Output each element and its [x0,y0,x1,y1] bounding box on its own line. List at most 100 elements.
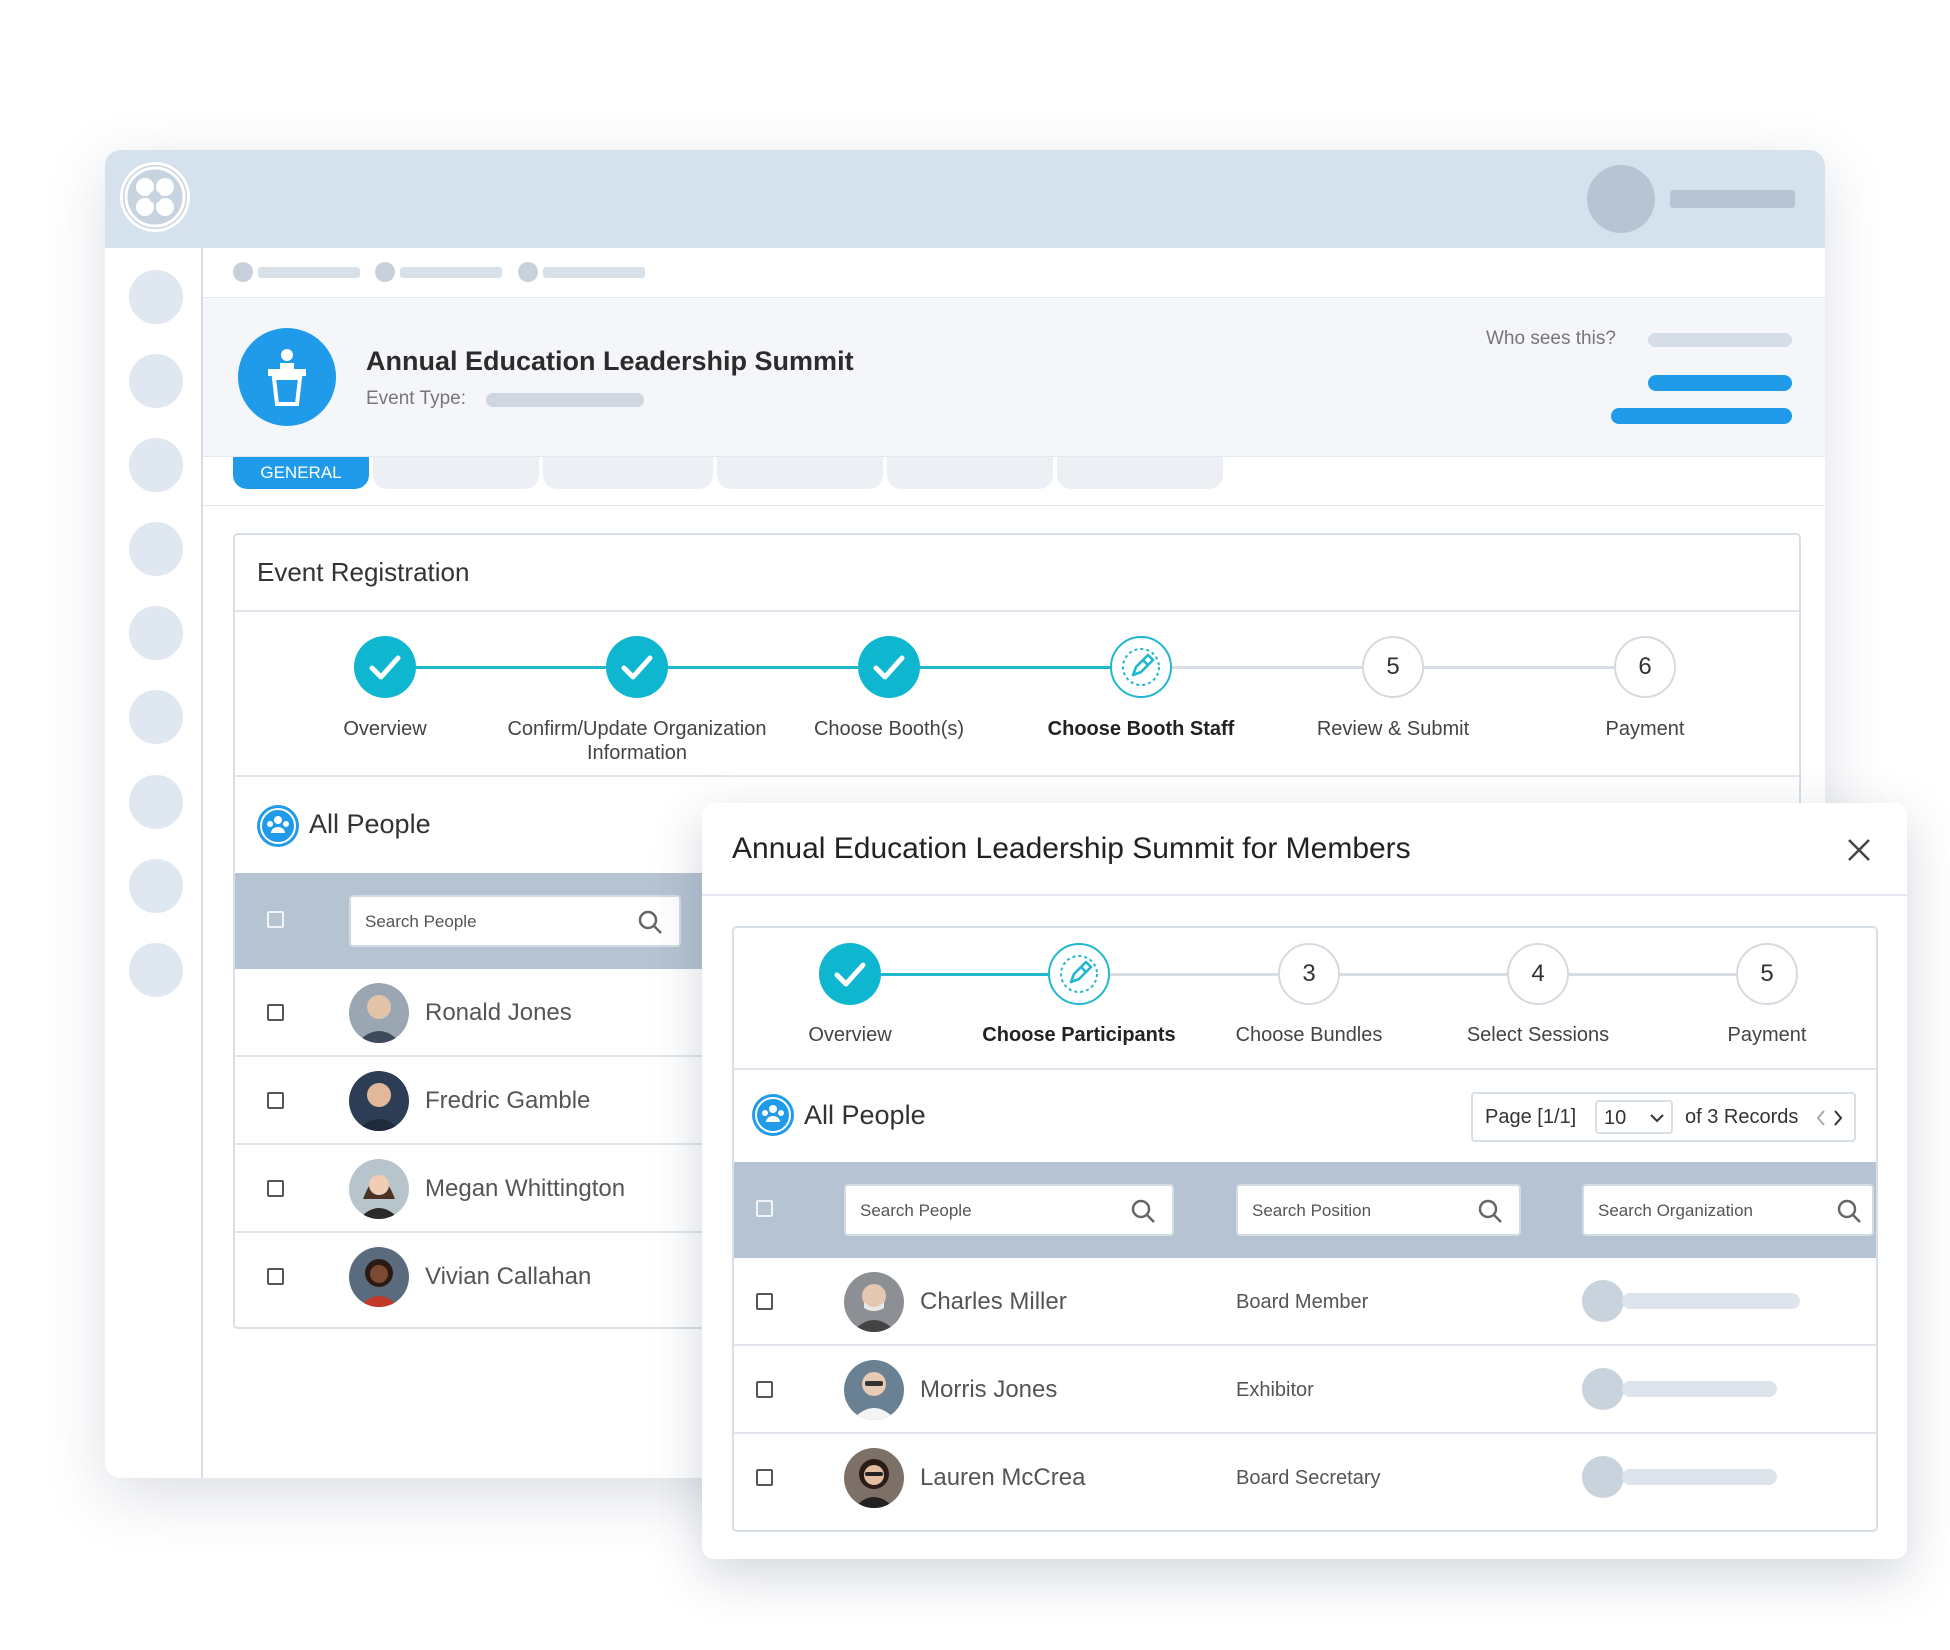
tab-2[interactable] [373,457,539,489]
breadcrumb-dot [233,262,253,282]
breadcrumb-item[interactable] [543,267,645,278]
search-placeholder: Search People [365,912,477,931]
sidebar-item-5[interactable] [129,606,183,660]
step-complete-check-icon[interactable] [606,636,668,698]
search-icon[interactable] [1836,1198,1864,1226]
sidebar-item-9[interactable] [129,943,183,997]
person-name: Vivian Callahan [425,1263,592,1290]
search-icon[interactable] [1477,1198,1505,1226]
search-icon[interactable] [1130,1198,1158,1226]
pagination: Page [1/1] 10 of 3 Records [1471,1092,1856,1142]
podium-icon [238,328,336,426]
organization-name-placeholder [1622,1469,1777,1485]
step-number[interactable]: 5 [1362,636,1424,698]
stepper-connector [920,666,1110,669]
divider [235,610,1799,612]
search-people-input[interactable]: Search People [349,895,681,947]
organization-logo [1582,1456,1624,1498]
person-name: Morris Jones [920,1376,1058,1403]
step-number[interactable]: 3 [1278,943,1340,1005]
tab-general[interactable]: GENERAL [233,457,369,489]
select-all-checkbox[interactable] [267,911,284,928]
step-number[interactable]: 6 [1614,636,1676,698]
search-position-input[interactable]: Search Position [1236,1184,1521,1236]
person-name: Lauren McCrea [920,1464,1086,1491]
sidebar-item-3[interactable] [129,438,183,492]
logo-icon[interactable] [120,162,190,232]
select-all-checkbox[interactable] [756,1200,773,1217]
row-checkbox[interactable] [756,1469,773,1486]
sidebar-item-6[interactable] [129,690,183,744]
tab-5[interactable] [887,457,1053,489]
stepper-connector [1424,666,1614,669]
stepper-connector [1172,666,1362,669]
table-row[interactable]: Morris Jones Exhibitor [734,1346,1876,1434]
search-organization-input[interactable]: Search Organization [1582,1184,1874,1236]
event-type-value-placeholder [486,393,644,407]
divider [702,894,1907,896]
tab-3[interactable] [543,457,713,489]
sidebar-item-2[interactable] [129,354,183,408]
tab-6[interactable] [1057,457,1223,489]
all-people-title: All People [309,809,431,839]
sidebar-item-8[interactable] [129,859,183,913]
step-current-edit-pencil-icon[interactable] [1110,636,1172,698]
search-placeholder: Search People [860,1201,972,1220]
breadcrumb-dot [375,262,395,282]
close-icon[interactable] [1842,833,1876,867]
step-label: Payment [1605,718,1685,740]
people-group-icon [752,1094,794,1136]
tab-4[interactable] [717,457,883,489]
who-sees-label: Who sees this? [1486,328,1616,349]
avatar [844,1448,904,1508]
modal-panel: Overview Choose Participants 3 Choose Bundl… [732,926,1878,1532]
search-people-input[interactable]: Search People [844,1184,1174,1236]
avatar [844,1272,904,1332]
organization-name-placeholder [1622,1381,1777,1397]
row-checkbox[interactable] [267,1268,284,1285]
stepper-connector [1110,973,1278,976]
step-label: Select Sessions [1466,1024,1610,1046]
people-table-header: Search People Search Position Search Org… [734,1162,1876,1258]
user-avatar[interactable] [1587,165,1655,233]
chevron-left-icon[interactable] [1813,1106,1829,1130]
registration-modal: Annual Education Leadership Summit for M… [702,803,1907,1559]
avatar [349,1071,409,1131]
step-label: Choose Bundles [1235,1024,1383,1046]
row-checkbox[interactable] [267,1004,284,1021]
sidebar-item-7[interactable] [129,775,183,829]
step-number[interactable]: 4 [1507,943,1569,1005]
avatar [844,1360,904,1420]
per-page-value: 10 [1604,1107,1627,1129]
event-title: Annual Education Leadership Summit [366,346,854,376]
stepper-connector [1340,973,1507,976]
stepper-connector [668,666,858,669]
row-checkbox[interactable] [267,1092,284,1109]
step-label: Review & Submit [1316,718,1470,740]
organization-logo [1582,1280,1624,1322]
chevron-right-icon[interactable] [1830,1106,1846,1130]
header-action-button[interactable] [1611,408,1792,424]
per-page-select[interactable]: 10 [1595,1100,1673,1134]
step-complete-check-icon[interactable] [858,636,920,698]
avatar [349,983,409,1043]
breadcrumb-item[interactable] [400,267,502,278]
table-row[interactable]: Lauren McCrea Board Secretary [734,1434,1876,1522]
top-bar [105,150,1825,248]
row-checkbox[interactable] [267,1180,284,1197]
step-number[interactable]: 5 [1736,943,1798,1005]
panel-title: Event Registration [257,557,470,587]
row-checkbox[interactable] [756,1293,773,1310]
table-row[interactable]: Charles Miller Board Member [734,1258,1876,1346]
header-action-button[interactable] [1648,375,1792,391]
search-icon[interactable] [637,909,665,937]
step-current-edit-pencil-icon[interactable] [1048,943,1110,1005]
person-name: Charles Miller [920,1288,1067,1315]
stepper-connector [1569,973,1736,976]
step-complete-check-icon[interactable] [354,636,416,698]
step-complete-check-icon[interactable] [819,943,881,1005]
sidebar-item-1[interactable] [129,270,183,324]
sidebar-item-4[interactable] [129,522,183,576]
row-checkbox[interactable] [756,1381,773,1398]
breadcrumb-item[interactable] [258,267,360,278]
